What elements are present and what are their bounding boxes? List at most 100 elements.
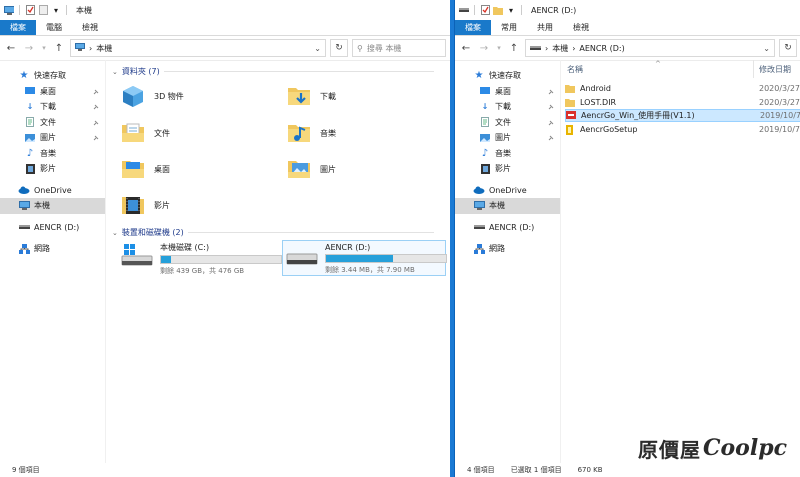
- windows-drive-icon: [120, 242, 154, 270]
- file-list: ^ 名稱 修改日期 Android 2020/3/27 LOST.DIR 202…: [561, 60, 800, 463]
- folder-pictures[interactable]: 圖片: [286, 156, 336, 182]
- folder-music[interactable]: 音樂: [286, 120, 336, 146]
- address-row: ← → ▾ ↑ › 本機 ⌄ ↻ ⚲ 搜尋 本機: [0, 36, 450, 61]
- drive-d[interactable]: AENCR (D:) 剩餘 3.44 MB，共 7.90 MB: [282, 240, 447, 276]
- refresh-icon[interactable]: ↻: [330, 39, 348, 57]
- nav-onedrive[interactable]: OneDrive: [455, 183, 560, 199]
- nav-item-documents[interactable]: 文件: [455, 115, 560, 131]
- folder-documents[interactable]: 文件: [120, 120, 170, 146]
- folders-group-header[interactable]: ⌄ 資料夾 (7): [112, 66, 434, 77]
- nav-item-pictures[interactable]: 圖片: [455, 130, 560, 146]
- nav-item-downloads[interactable]: ↓ 下載: [0, 99, 105, 115]
- nav-onedrive[interactable]: OneDrive: [0, 183, 105, 199]
- drive-d-capacity: 剩餘 3.44 MB，共 7.90 MB: [325, 266, 415, 274]
- nav-network[interactable]: 網路: [455, 241, 560, 257]
- pin-icon[interactable]: [548, 103, 554, 112]
- file-row-lost-dir[interactable]: LOST.DIR 2020/3/27: [565, 96, 800, 109]
- column-date-modified[interactable]: 修改日期: [759, 64, 791, 75]
- nav-aencr-drive[interactable]: AENCR (D:): [455, 220, 560, 236]
- network-icon: [473, 243, 485, 255]
- nav-item-videos[interactable]: 影片: [0, 161, 105, 177]
- nav-item-music[interactable]: ♪ 音樂: [0, 146, 105, 162]
- breadcrumb-separator-icon: ›: [572, 43, 576, 53]
- main-pane: ⌄ 資料夾 (7) 3D 物件 下載 文件 音樂 桌面 圖片 影片 ⌄ 裝置和磁…: [106, 60, 450, 463]
- column-name[interactable]: 名稱: [567, 64, 583, 75]
- pin-icon[interactable]: [93, 119, 99, 128]
- tab-view[interactable]: 檢視: [72, 20, 108, 35]
- new-folder-icon[interactable]: [38, 5, 48, 15]
- pin-icon[interactable]: [93, 103, 99, 112]
- documents-folder-icon: [120, 120, 146, 146]
- status-bar: 9 個項目: [0, 463, 450, 477]
- nav-item-desktop[interactable]: 桌面: [0, 84, 105, 100]
- pin-icon[interactable]: [548, 134, 554, 143]
- tab-computer[interactable]: 電腦: [36, 20, 72, 35]
- recent-locations-icon[interactable]: ▾: [40, 41, 48, 55]
- breadcrumb-aencr[interactable]: AENCR (D:): [579, 44, 624, 53]
- back-arrow-icon[interactable]: ←: [4, 41, 18, 55]
- tab-view[interactable]: 檢視: [563, 20, 599, 35]
- forward-arrow-icon[interactable]: →: [22, 41, 36, 55]
- nav-network[interactable]: 網路: [0, 241, 105, 257]
- address-bar[interactable]: › 本機 ⌄: [70, 39, 326, 57]
- pin-icon[interactable]: [93, 88, 99, 97]
- nav-item-pictures[interactable]: 圖片: [0, 130, 105, 146]
- nav-this-pc[interactable]: 本機: [455, 198, 560, 214]
- devices-group-header[interactable]: ⌄ 裝置和磁碟機 (2): [112, 227, 434, 238]
- pin-icon[interactable]: [548, 88, 554, 97]
- tab-file[interactable]: 檔案: [455, 20, 491, 35]
- folder-3d-objects[interactable]: 3D 物件: [120, 83, 184, 109]
- folder-desktop[interactable]: 桌面: [120, 156, 170, 182]
- breadcrumb-this-pc[interactable]: 本機: [552, 43, 568, 54]
- file-row-manual-pdf[interactable]: AencrGo_Win_使用手冊(V1.1) 2019/10/7: [565, 109, 800, 122]
- customize-quick-access-icon[interactable]: ▾: [51, 5, 61, 15]
- nav-quick-access[interactable]: ★ 快速存取: [455, 68, 560, 84]
- nav-item-desktop[interactable]: 桌面: [455, 84, 560, 100]
- up-arrow-icon[interactable]: ↑: [507, 41, 521, 55]
- nav-aencr-drive[interactable]: AENCR (D:): [0, 220, 105, 236]
- folder-downloads[interactable]: 下載: [286, 83, 336, 109]
- nav-quick-access[interactable]: ★ 快速存取: [0, 68, 105, 84]
- properties-icon[interactable]: [25, 5, 35, 15]
- file-row-android[interactable]: Android 2020/3/27: [565, 82, 800, 95]
- drive-c[interactable]: 本機磁碟 (C:) 剩餘 439 GB，共 476 GB: [118, 240, 282, 276]
- tab-home[interactable]: 常用: [491, 20, 527, 35]
- up-arrow-icon[interactable]: ↑: [52, 41, 66, 55]
- nav-item-videos[interactable]: 影片: [455, 161, 560, 177]
- properties-icon[interactable]: [480, 5, 490, 15]
- back-arrow-icon[interactable]: ←: [459, 41, 473, 55]
- chevron-down-icon[interactable]: ⌄: [314, 44, 321, 53]
- address-row: ← → ▾ ↑ › 本機 › AENCR (D:) ⌄ ↻: [455, 36, 800, 61]
- pin-icon[interactable]: [548, 119, 554, 128]
- recent-locations-icon[interactable]: ▾: [495, 41, 503, 55]
- network-icon: [18, 243, 30, 255]
- breadcrumb-this-pc[interactable]: 本機: [96, 43, 112, 54]
- folder-videos[interactable]: 影片: [120, 192, 170, 218]
- cloud-icon: [18, 184, 30, 196]
- pin-icon[interactable]: [93, 134, 99, 143]
- file-row-setup[interactable]: AencrGoSetup 2019/10/7: [565, 123, 800, 136]
- star-icon: ★: [19, 70, 29, 82]
- download-icon: ↓: [26, 102, 34, 112]
- customize-quick-access-icon[interactable]: ▾: [506, 5, 516, 15]
- refresh-icon[interactable]: ↻: [779, 39, 797, 57]
- chevron-down-icon[interactable]: ⌄: [763, 44, 770, 53]
- navigation-pane: ★ 快速存取 桌面 ↓ 下載 文件 圖片 ♪ 音樂 影片 OneDrive 本機…: [0, 60, 106, 463]
- tab-share[interactable]: 共用: [527, 20, 563, 35]
- nav-item-documents[interactable]: 文件: [0, 115, 105, 131]
- tab-file[interactable]: 檔案: [0, 20, 36, 35]
- address-bar[interactable]: › 本機 › AENCR (D:) ⌄: [525, 39, 775, 57]
- nav-this-pc[interactable]: 本機: [0, 198, 105, 214]
- search-input[interactable]: ⚲ 搜尋 本機: [352, 39, 446, 57]
- usb-drive-icon: [18, 221, 30, 233]
- nav-item-downloads[interactable]: ↓ 下載: [455, 99, 560, 115]
- new-folder-icon[interactable]: [493, 5, 503, 15]
- nav-item-music[interactable]: ♪ 音樂: [455, 146, 560, 162]
- forward-arrow-icon[interactable]: →: [477, 41, 491, 55]
- column-divider[interactable]: [753, 60, 754, 78]
- star-icon: ★: [474, 70, 484, 82]
- item-count: 9 個項目: [12, 466, 40, 474]
- video-icon: [479, 163, 491, 175]
- picture-icon: [479, 132, 491, 144]
- breadcrumb-separator-icon: ›: [89, 43, 93, 53]
